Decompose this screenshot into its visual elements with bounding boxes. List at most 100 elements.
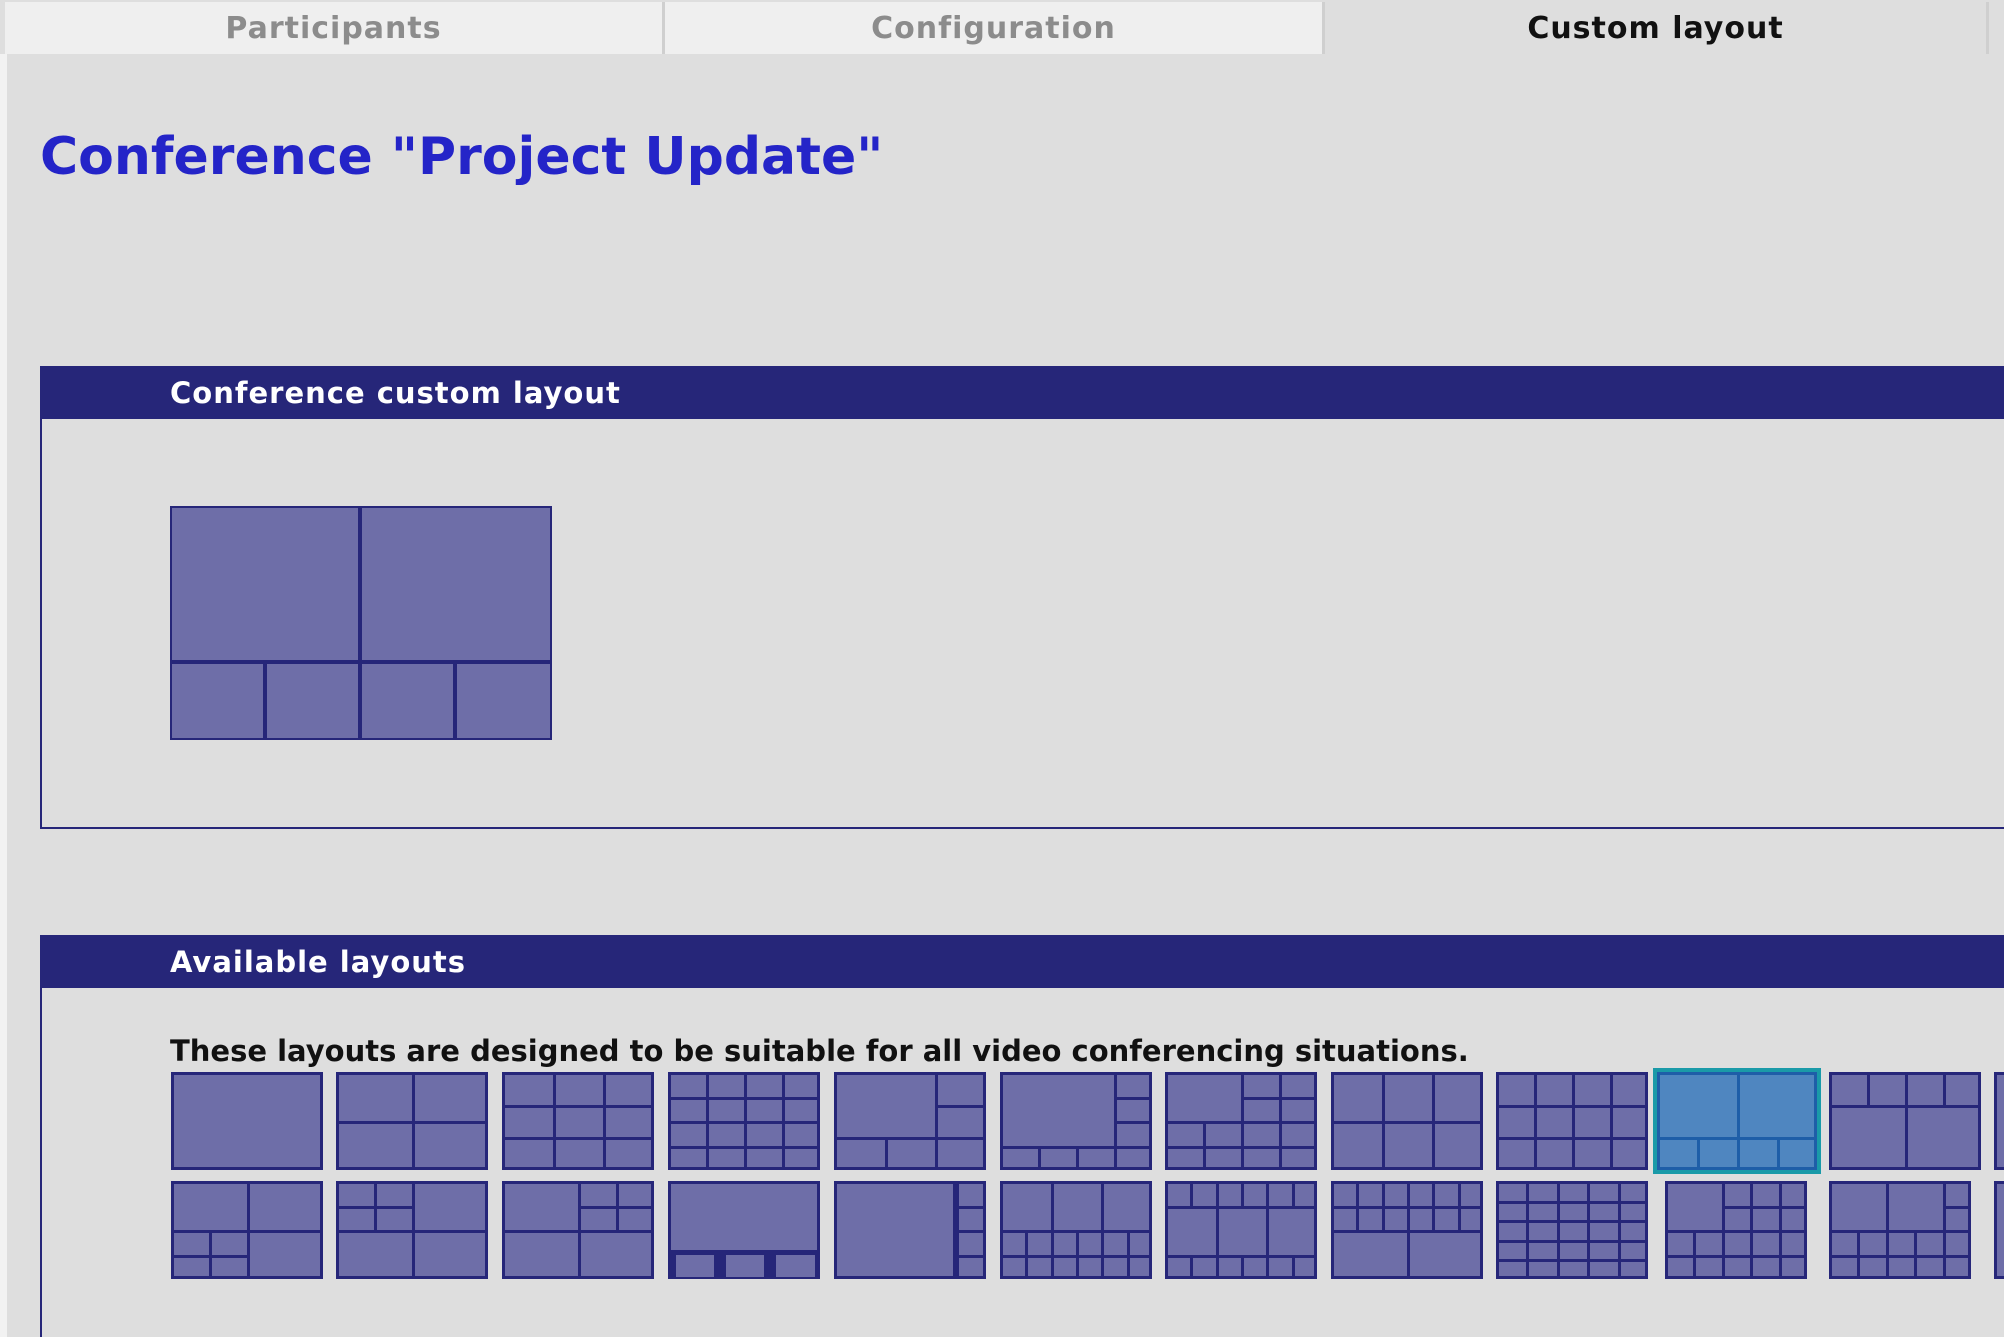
layout-thumbnail-cell (1753, 1209, 1779, 1230)
layout-thumbnail[interactable] (1665, 1181, 1807, 1279)
layout-thumbnail[interactable] (336, 1072, 488, 1170)
layout-thumbnail[interactable] (1653, 1068, 1821, 1174)
layout-thumbnail[interactable] (834, 1181, 986, 1279)
layout-thumbnail-cell (1696, 1233, 1722, 1255)
layout-thumbnail-cell (1117, 1100, 1149, 1121)
layout-thumbnail-cell (671, 1100, 706, 1121)
layout-thumbnail-cell (1560, 1223, 1587, 1240)
layout-thumbnail-cell (339, 1184, 374, 1206)
layout-thumbnail-cell (1908, 1075, 1943, 1105)
layout-thumbnail[interactable] (1331, 1072, 1483, 1170)
layout-thumbnail-cell (1130, 1258, 1149, 1276)
layout-thumbnail[interactable] (1994, 1072, 2004, 1170)
page-title: Conference "Project Update" (40, 127, 884, 187)
layout-thumbnail-cell (1435, 1184, 1458, 1206)
layout-thumbnail-cell (1590, 1204, 1618, 1220)
tab-custom-layout[interactable]: Custom layout (1325, 2, 1989, 54)
layout-thumbnail-cell (1079, 1258, 1101, 1276)
layout-thumbnail-cell (1206, 1149, 1241, 1167)
page: Participants Configuration Custom layout… (0, 0, 2004, 1337)
layout-thumbnail-cell (1499, 1223, 1526, 1240)
layout-thumbnail[interactable] (834, 1072, 986, 1170)
layout-thumbnail[interactable] (336, 1181, 488, 1279)
layout-thumbnail-cell (606, 1108, 651, 1137)
layout-thumbnail-cell (959, 1184, 983, 1206)
layout-thumbnail[interactable] (1165, 1181, 1317, 1279)
tab-participants[interactable]: Participants (5, 2, 665, 54)
layout-thumbnail-cell (619, 1184, 651, 1206)
layout-thumbnail-cell (671, 1075, 706, 1097)
layout-thumbnail-cell (581, 1184, 616, 1206)
layout-thumbnail-cell (250, 1233, 320, 1276)
layout-thumbnail-cell (1499, 1204, 1526, 1220)
layout-thumbnail[interactable] (1165, 1072, 1317, 1170)
layout-thumbnail[interactable] (1829, 1181, 1971, 1279)
layout-thumbnail-cell (1117, 1124, 1149, 1146)
layout-thumbnail-cell (776, 1255, 815, 1277)
layout-thumbnail-cell (1946, 1209, 1968, 1230)
layout-thumbnail-cell (1529, 1262, 1557, 1276)
layout-thumbnail-cell (1946, 1258, 1968, 1276)
layout-thumbnail-cell (1499, 1262, 1526, 1276)
layout-thumbnail[interactable] (1000, 1181, 1152, 1279)
layout-thumbnail-cell (1832, 1108, 1905, 1167)
layout-thumbnail-cell (1244, 1100, 1279, 1121)
layout-thumbnail[interactable] (668, 1181, 820, 1279)
layout-thumbnail-cell (1725, 1233, 1750, 1255)
layout-thumbnail-cell (1725, 1209, 1750, 1230)
available-layouts-panel-header: Available layouts (42, 935, 2004, 988)
layout-thumbnail-cell (505, 1075, 553, 1105)
layout-thumbnail[interactable] (171, 1181, 323, 1279)
layout-thumbnail[interactable] (1829, 1072, 1981, 1170)
layout-thumbnail-cell (1832, 1184, 1886, 1230)
layout-thumbnail-cell (1334, 1233, 1407, 1276)
layout-thumbnail-cell (747, 1100, 782, 1121)
layout-thumbnail-cell (415, 1124, 485, 1167)
layout-thumbnail-cell (785, 1124, 817, 1146)
layout-thumbnail-cell (1244, 1258, 1266, 1276)
layout-thumbnail-cell (556, 1108, 603, 1137)
layout-thumbnail-cell (1282, 1100, 1314, 1121)
layout-thumbnail-cell (1435, 1075, 1480, 1121)
layout-thumbnail-cell (1244, 1184, 1266, 1206)
layout-thumbnail-cell (339, 1075, 412, 1121)
layout-thumbnail-cell (709, 1075, 744, 1097)
layout-thumbnail-cell (1028, 1258, 1051, 1276)
layout-thumbnail-cell (1435, 1209, 1458, 1230)
layout-thumbnail-cell (1054, 1258, 1076, 1276)
layout-thumbnail[interactable] (502, 1181, 654, 1279)
layout-thumbnail-cell (1997, 1184, 2004, 1276)
layout-thumbnail[interactable] (171, 1072, 323, 1170)
preview-cell (362, 508, 550, 660)
layout-thumbnail-cell (1590, 1184, 1618, 1201)
layout-thumbnail-cell (377, 1209, 412, 1230)
layout-thumbnail-cell (556, 1140, 603, 1167)
custom-layout-preview[interactable] (170, 506, 552, 740)
layout-thumbnail-cell (959, 1258, 983, 1276)
layout-thumbnail-cell (1499, 1184, 1526, 1201)
layout-thumbnail-cell (785, 1075, 817, 1097)
layout-thumbnail-cell (1668, 1233, 1693, 1255)
layout-thumbnail-cell (1334, 1075, 1382, 1121)
layout-thumbnail-cell (671, 1149, 706, 1167)
layout-thumbnail[interactable] (1496, 1181, 1648, 1279)
layout-thumbnail[interactable] (502, 1072, 654, 1170)
layout-thumbnail-cell (1613, 1140, 1645, 1167)
layout-thumbnail[interactable] (1994, 1181, 2004, 1279)
layout-thumbnail-cell (1537, 1075, 1572, 1105)
layout-thumbnail-cell (747, 1149, 782, 1167)
layout-thumbnail-cell (1529, 1204, 1557, 1220)
custom-layout-panel-header: Conference custom layout (42, 366, 2004, 419)
layout-thumbnail[interactable] (1331, 1181, 1483, 1279)
layout-thumbnail[interactable] (668, 1072, 820, 1170)
layout-thumbnail-cell (1295, 1184, 1314, 1206)
layout-thumbnail-cell (1334, 1209, 1356, 1230)
tab-configuration[interactable]: Configuration (665, 2, 1325, 54)
layout-thumbnail-cell (785, 1149, 817, 1167)
layout-thumbnail-cell (1003, 1184, 1051, 1230)
layout-thumbnail-cell (888, 1140, 935, 1167)
layout-thumbnail[interactable] (1000, 1072, 1152, 1170)
layout-thumbnail[interactable] (1496, 1072, 1648, 1170)
layout-thumbnail-cell (1269, 1184, 1292, 1206)
layout-thumbnail-cell (1435, 1124, 1480, 1167)
